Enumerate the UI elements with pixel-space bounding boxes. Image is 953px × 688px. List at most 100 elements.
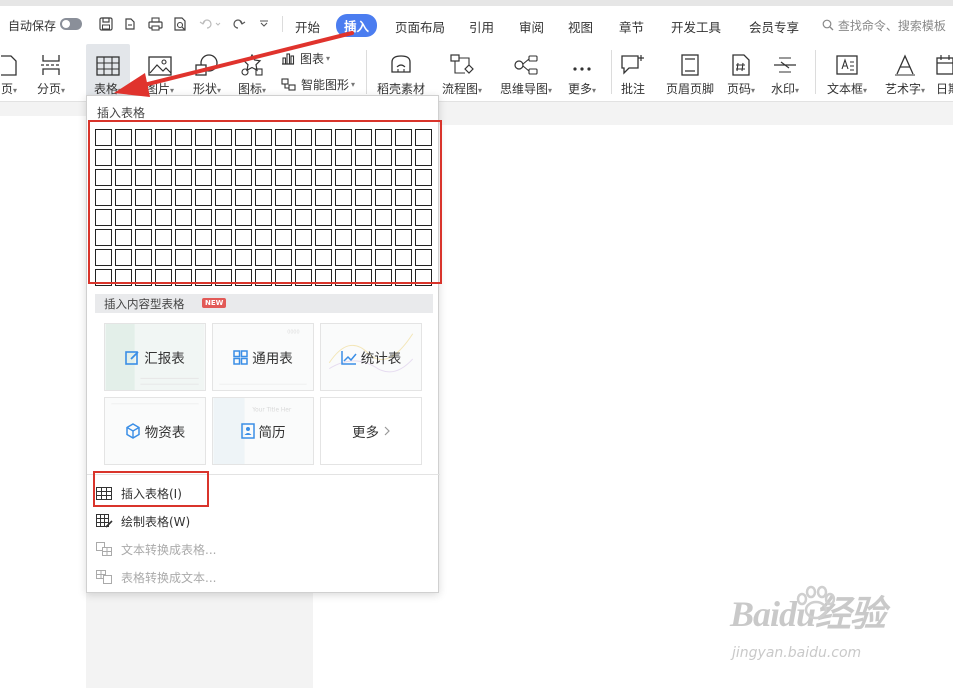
tab-member[interactable]: 会员专享	[749, 17, 799, 36]
tab-view[interactable]: 视图	[568, 17, 593, 36]
mindmap-icon	[496, 44, 556, 76]
save-icon[interactable]	[97, 14, 115, 34]
wordart-label: 艺术字	[884, 82, 921, 96]
tab-review[interactable]: 审阅	[519, 17, 544, 36]
table-to-text-menu-item[interactable]: 表格转换成文本...	[95, 566, 216, 588]
shapes-icon	[187, 44, 227, 76]
materials-table-label: 物资表	[144, 425, 186, 441]
previous-page	[0, 116, 86, 688]
tab-chapter[interactable]: 章节	[619, 17, 644, 36]
picture-label: 图片	[145, 82, 170, 96]
content-table-section-label: 插入内容型表格	[104, 297, 185, 311]
materials-button[interactable]: 稻壳素材	[374, 44, 428, 100]
chart-icon	[282, 53, 295, 65]
icons-label: 图标	[237, 82, 262, 96]
grid-table-icon	[233, 349, 248, 365]
blank-page-label: 页	[0, 82, 13, 96]
search-command-input[interactable]: 查找命令、搜索模板	[822, 17, 946, 34]
print-preview-icon[interactable]	[171, 14, 189, 34]
watermark-url: jingyan.baidu.com	[732, 645, 862, 661]
draw-table-label: 绘制表格(W)	[121, 514, 191, 529]
tab-insert[interactable]: 插入	[336, 14, 378, 37]
customize-toolbar-icon[interactable]	[257, 14, 271, 34]
grid-highlight-box	[88, 120, 442, 284]
tab-references[interactable]: 引用	[469, 17, 494, 36]
tab-page-layout[interactable]: 页面布局	[395, 17, 445, 36]
line-chart-icon	[341, 350, 357, 365]
smartart-label: 智能图形	[301, 78, 350, 92]
icons-button[interactable]: 图标▾	[233, 44, 271, 100]
textbox-button[interactable]: 文本框▾	[822, 44, 872, 100]
flowchart-button[interactable]: 流程图▾	[438, 44, 486, 100]
undo-icon[interactable]	[197, 14, 223, 34]
table-button[interactable]: 表格▾	[86, 44, 130, 100]
svg-text:Your Title Her: Your Title Her	[251, 408, 292, 414]
insert-table-highlight-box	[93, 471, 209, 507]
report-table-label: 汇报表	[144, 351, 185, 367]
shapes-label: 形状	[192, 82, 217, 96]
more-templates-card[interactable]: 更多	[320, 397, 422, 465]
resume-icon	[240, 423, 255, 439]
more-insert-button[interactable]: 更多▾	[562, 44, 602, 100]
statistics-table-card[interactable]: 统计表	[320, 323, 422, 391]
blank-page-button[interactable]: 页▾	[0, 44, 24, 100]
comment-icon	[616, 44, 650, 76]
text-to-table-label: 文本转换成表格...	[121, 542, 217, 557]
picture-icon	[140, 44, 180, 76]
date-button[interactable]: 日期	[936, 44, 953, 100]
svg-text:0000: 0000	[287, 330, 299, 336]
content-table-section: 插入内容型表格 NEW	[95, 294, 433, 313]
mindmap-label: 思维导图	[499, 82, 548, 96]
search-icon	[822, 19, 834, 31]
mindmap-button[interactable]: 思维导图▾	[496, 44, 556, 100]
textbox-label: 文本框	[826, 82, 863, 96]
more-templates-label: 更多	[352, 425, 379, 441]
tab-developer[interactable]: 开发工具	[671, 17, 721, 36]
wordart-icon	[880, 44, 930, 76]
output-pdf-icon[interactable]	[121, 14, 139, 34]
general-table-card[interactable]: 0000 通用表	[212, 323, 314, 391]
new-badge: NEW	[202, 298, 227, 308]
blank-page-icon	[0, 44, 24, 76]
chart-button[interactable]: 图表 ▾	[281, 50, 330, 67]
watermark-icon	[766, 44, 804, 76]
text-to-table-menu-item[interactable]: 文本转换成表格...	[95, 538, 216, 560]
table-to-text-label: 表格转换成文本...	[121, 570, 217, 585]
watermark-button[interactable]: 水印▾	[766, 44, 804, 100]
smartart-button[interactable]: 智能图形 ▾	[281, 76, 355, 93]
page-number-button[interactable]: 页码▾	[722, 44, 760, 100]
page-number-icon	[722, 44, 760, 76]
icons-icon	[233, 44, 271, 76]
draw-table-menu-item[interactable]: 绘制表格(W)	[95, 510, 190, 532]
picture-button[interactable]: 图片▾	[140, 44, 180, 100]
report-table-card[interactable]: 汇报表	[104, 323, 206, 391]
redo-icon[interactable]	[230, 14, 248, 34]
page-break-label: 分页	[36, 82, 61, 96]
paw-logo-icon	[796, 585, 836, 620]
resume-card[interactable]: Your Title Her 简历	[212, 397, 314, 465]
header-footer-button[interactable]: 页眉页脚	[662, 44, 718, 100]
tab-home[interactable]: 开始	[295, 17, 320, 36]
table-label: 表格	[93, 82, 118, 96]
date-label: 日期	[936, 82, 953, 96]
materials-table-card[interactable]: 物资表	[104, 397, 206, 465]
page-break-button[interactable]: 分页▾	[34, 44, 68, 100]
page-break-icon	[34, 44, 68, 76]
toolbar-divider	[282, 16, 283, 32]
autosave-toggle[interactable]	[60, 18, 82, 30]
wordart-button[interactable]: 艺术字▾	[880, 44, 930, 100]
autosave-label: 自动保存	[8, 19, 57, 33]
baidu-watermark: Baidu经验 jingyan.baidu.com	[730, 585, 886, 661]
ribbon-divider	[815, 50, 816, 94]
text-to-table-icon	[95, 542, 113, 556]
shapes-button[interactable]: 形状▾	[187, 44, 227, 100]
search-placeholder: 查找命令、搜索模板	[837, 19, 946, 33]
header-footer-label: 页眉页脚	[665, 82, 714, 96]
insert-table-heading: 插入表格	[97, 106, 146, 120]
comment-button[interactable]: 批注	[616, 44, 650, 100]
more-insert-label: 更多	[567, 82, 592, 96]
statistics-table-label: 统计表	[360, 351, 402, 367]
more-icon	[562, 44, 602, 76]
materials-icon	[374, 44, 428, 76]
print-icon[interactable]	[146, 14, 164, 34]
